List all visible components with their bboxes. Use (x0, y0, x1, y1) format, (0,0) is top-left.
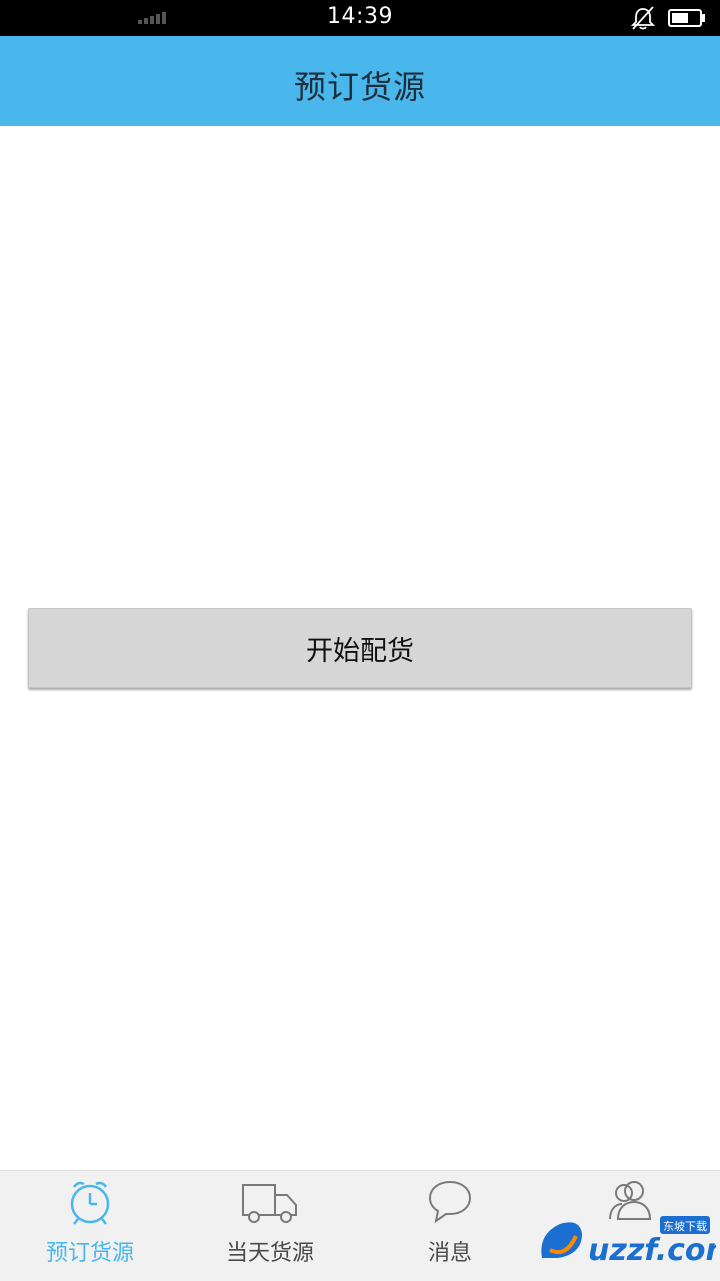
tab-label: 当天货源 (225, 1241, 314, 1266)
tab-label: 预订货源 (45, 1241, 134, 1266)
truck-icon (242, 1184, 297, 1223)
start-dispatch-button[interactable]: 开始配货 (28, 608, 692, 688)
tab-messages[interactable]: 消息 (360, 1171, 540, 1281)
battery-icon (668, 9, 705, 27)
watermark-logo: 东坡下载 uzzf.com (541, 1216, 716, 1268)
tab-reserved-cargo[interactable]: 预订货源 (0, 1171, 180, 1281)
tab-label: 消息 (427, 1241, 472, 1266)
watermark-text: uzzf.com (588, 1233, 716, 1268)
alarm-clock-icon (70, 1181, 110, 1225)
status-time: 14:39 (327, 4, 393, 29)
status-bar: 14:39 (0, 0, 720, 36)
tab-today-cargo[interactable]: 当天货源 (180, 1171, 360, 1281)
page-title: 预订货源 (293, 68, 426, 106)
mute-icon (630, 6, 656, 30)
chat-bubble-icon (428, 1180, 472, 1224)
watermark-tag: 东坡下载 (663, 1220, 707, 1233)
app-header: 预订货源 (0, 36, 720, 126)
